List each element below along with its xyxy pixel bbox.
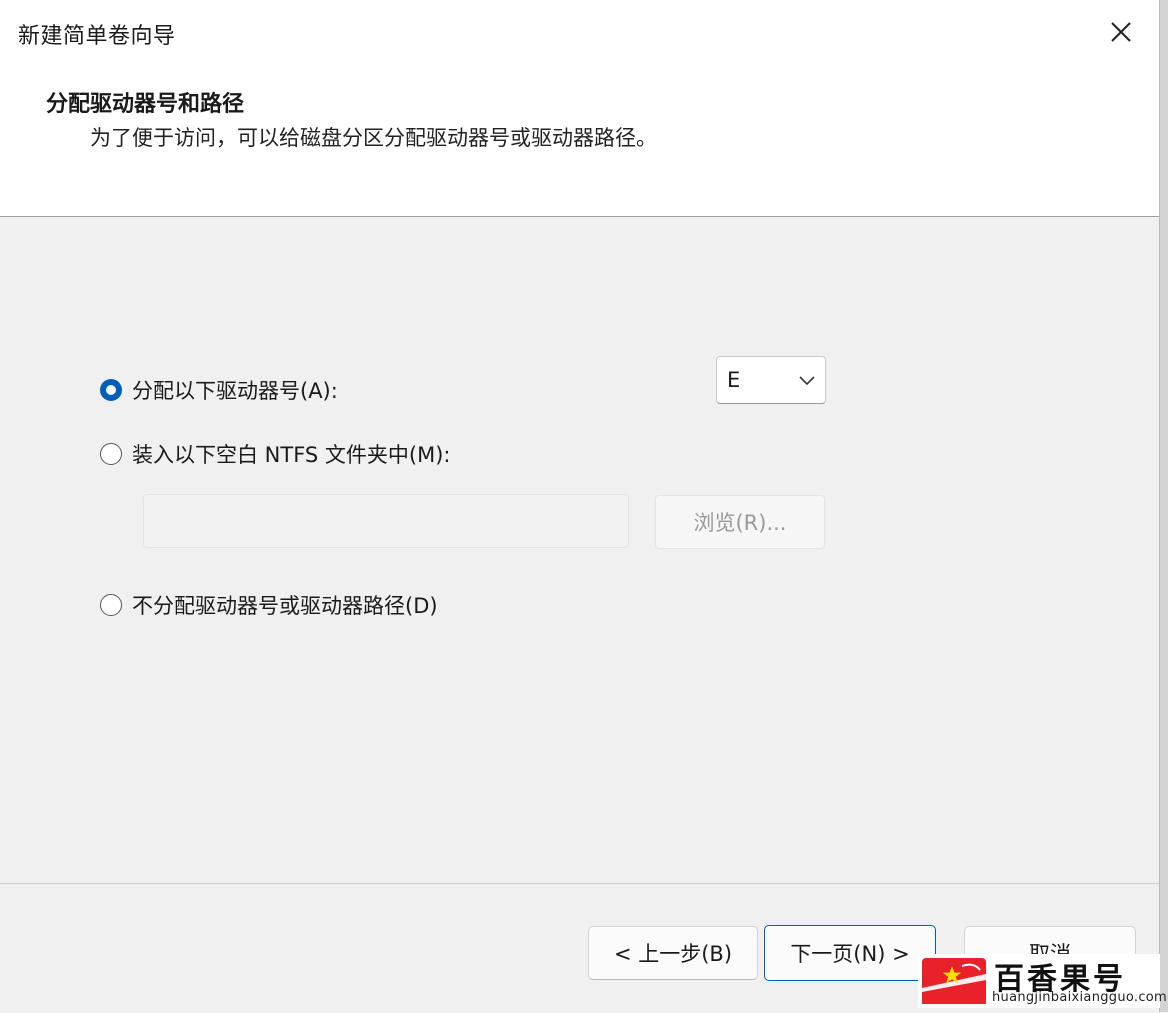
mount-folder-option[interactable]: 装入以下空白 NTFS 文件夹中(M): bbox=[100, 439, 451, 469]
close-icon bbox=[1111, 22, 1131, 42]
wizard-header: 分配驱动器号和路径 为了便于访问，可以给磁盘分区分配驱动器号或驱动器路径。 bbox=[0, 66, 1159, 217]
next-button[interactable]: 下一页(N) > bbox=[764, 925, 936, 981]
mount-folder-radio[interactable] bbox=[100, 443, 122, 465]
no-assign-radio[interactable] bbox=[100, 594, 122, 616]
window-title: 新建简单卷向导 bbox=[18, 24, 176, 49]
wizard-window: 新建简单卷向导 分配驱动器号和路径 为了便于访问，可以给磁盘分区分配驱动器号或驱… bbox=[0, 0, 1168, 1013]
assign-letter-option[interactable]: 分配以下驱动器号(A): bbox=[100, 375, 338, 405]
window-edge bbox=[1159, 0, 1168, 1012]
drive-letter-value: E bbox=[727, 368, 741, 392]
mount-folder-label: 装入以下空白 NTFS 文件夹中(M): bbox=[132, 443, 451, 467]
page-subtitle: 为了便于访问，可以给磁盘分区分配驱动器号或驱动器路径。 bbox=[90, 126, 657, 150]
watermark-logo-icon bbox=[922, 958, 986, 1004]
title-bar: 新建简单卷向导 bbox=[0, 0, 1159, 66]
assign-letter-label: 分配以下驱动器号(A): bbox=[132, 379, 338, 403]
page-title: 分配驱动器号和路径 bbox=[46, 92, 245, 117]
chevron-down-icon bbox=[799, 376, 815, 386]
browse-button[interactable]: 浏览(R)... bbox=[655, 495, 825, 549]
no-assign-option[interactable]: 不分配驱动器号或驱动器路径(D) bbox=[100, 590, 438, 620]
watermark: 百香果号 huangjinbaixiangguo.com bbox=[918, 954, 1167, 1008]
drive-letter-select[interactable]: E bbox=[716, 356, 826, 404]
folder-path-input[interactable] bbox=[143, 494, 629, 548]
watermark-url: huangjinbaixiangguo.com bbox=[992, 990, 1168, 1005]
assign-letter-radio[interactable] bbox=[100, 379, 122, 401]
back-button[interactable]: < 上一步(B) bbox=[588, 926, 758, 980]
wizard-content: 分配以下驱动器号(A): E 装入以下空白 NTFS 文件夹中(M): 浏览(R… bbox=[0, 217, 1159, 883]
close-button[interactable] bbox=[1103, 14, 1139, 50]
no-assign-label: 不分配驱动器号或驱动器路径(D) bbox=[132, 594, 438, 618]
